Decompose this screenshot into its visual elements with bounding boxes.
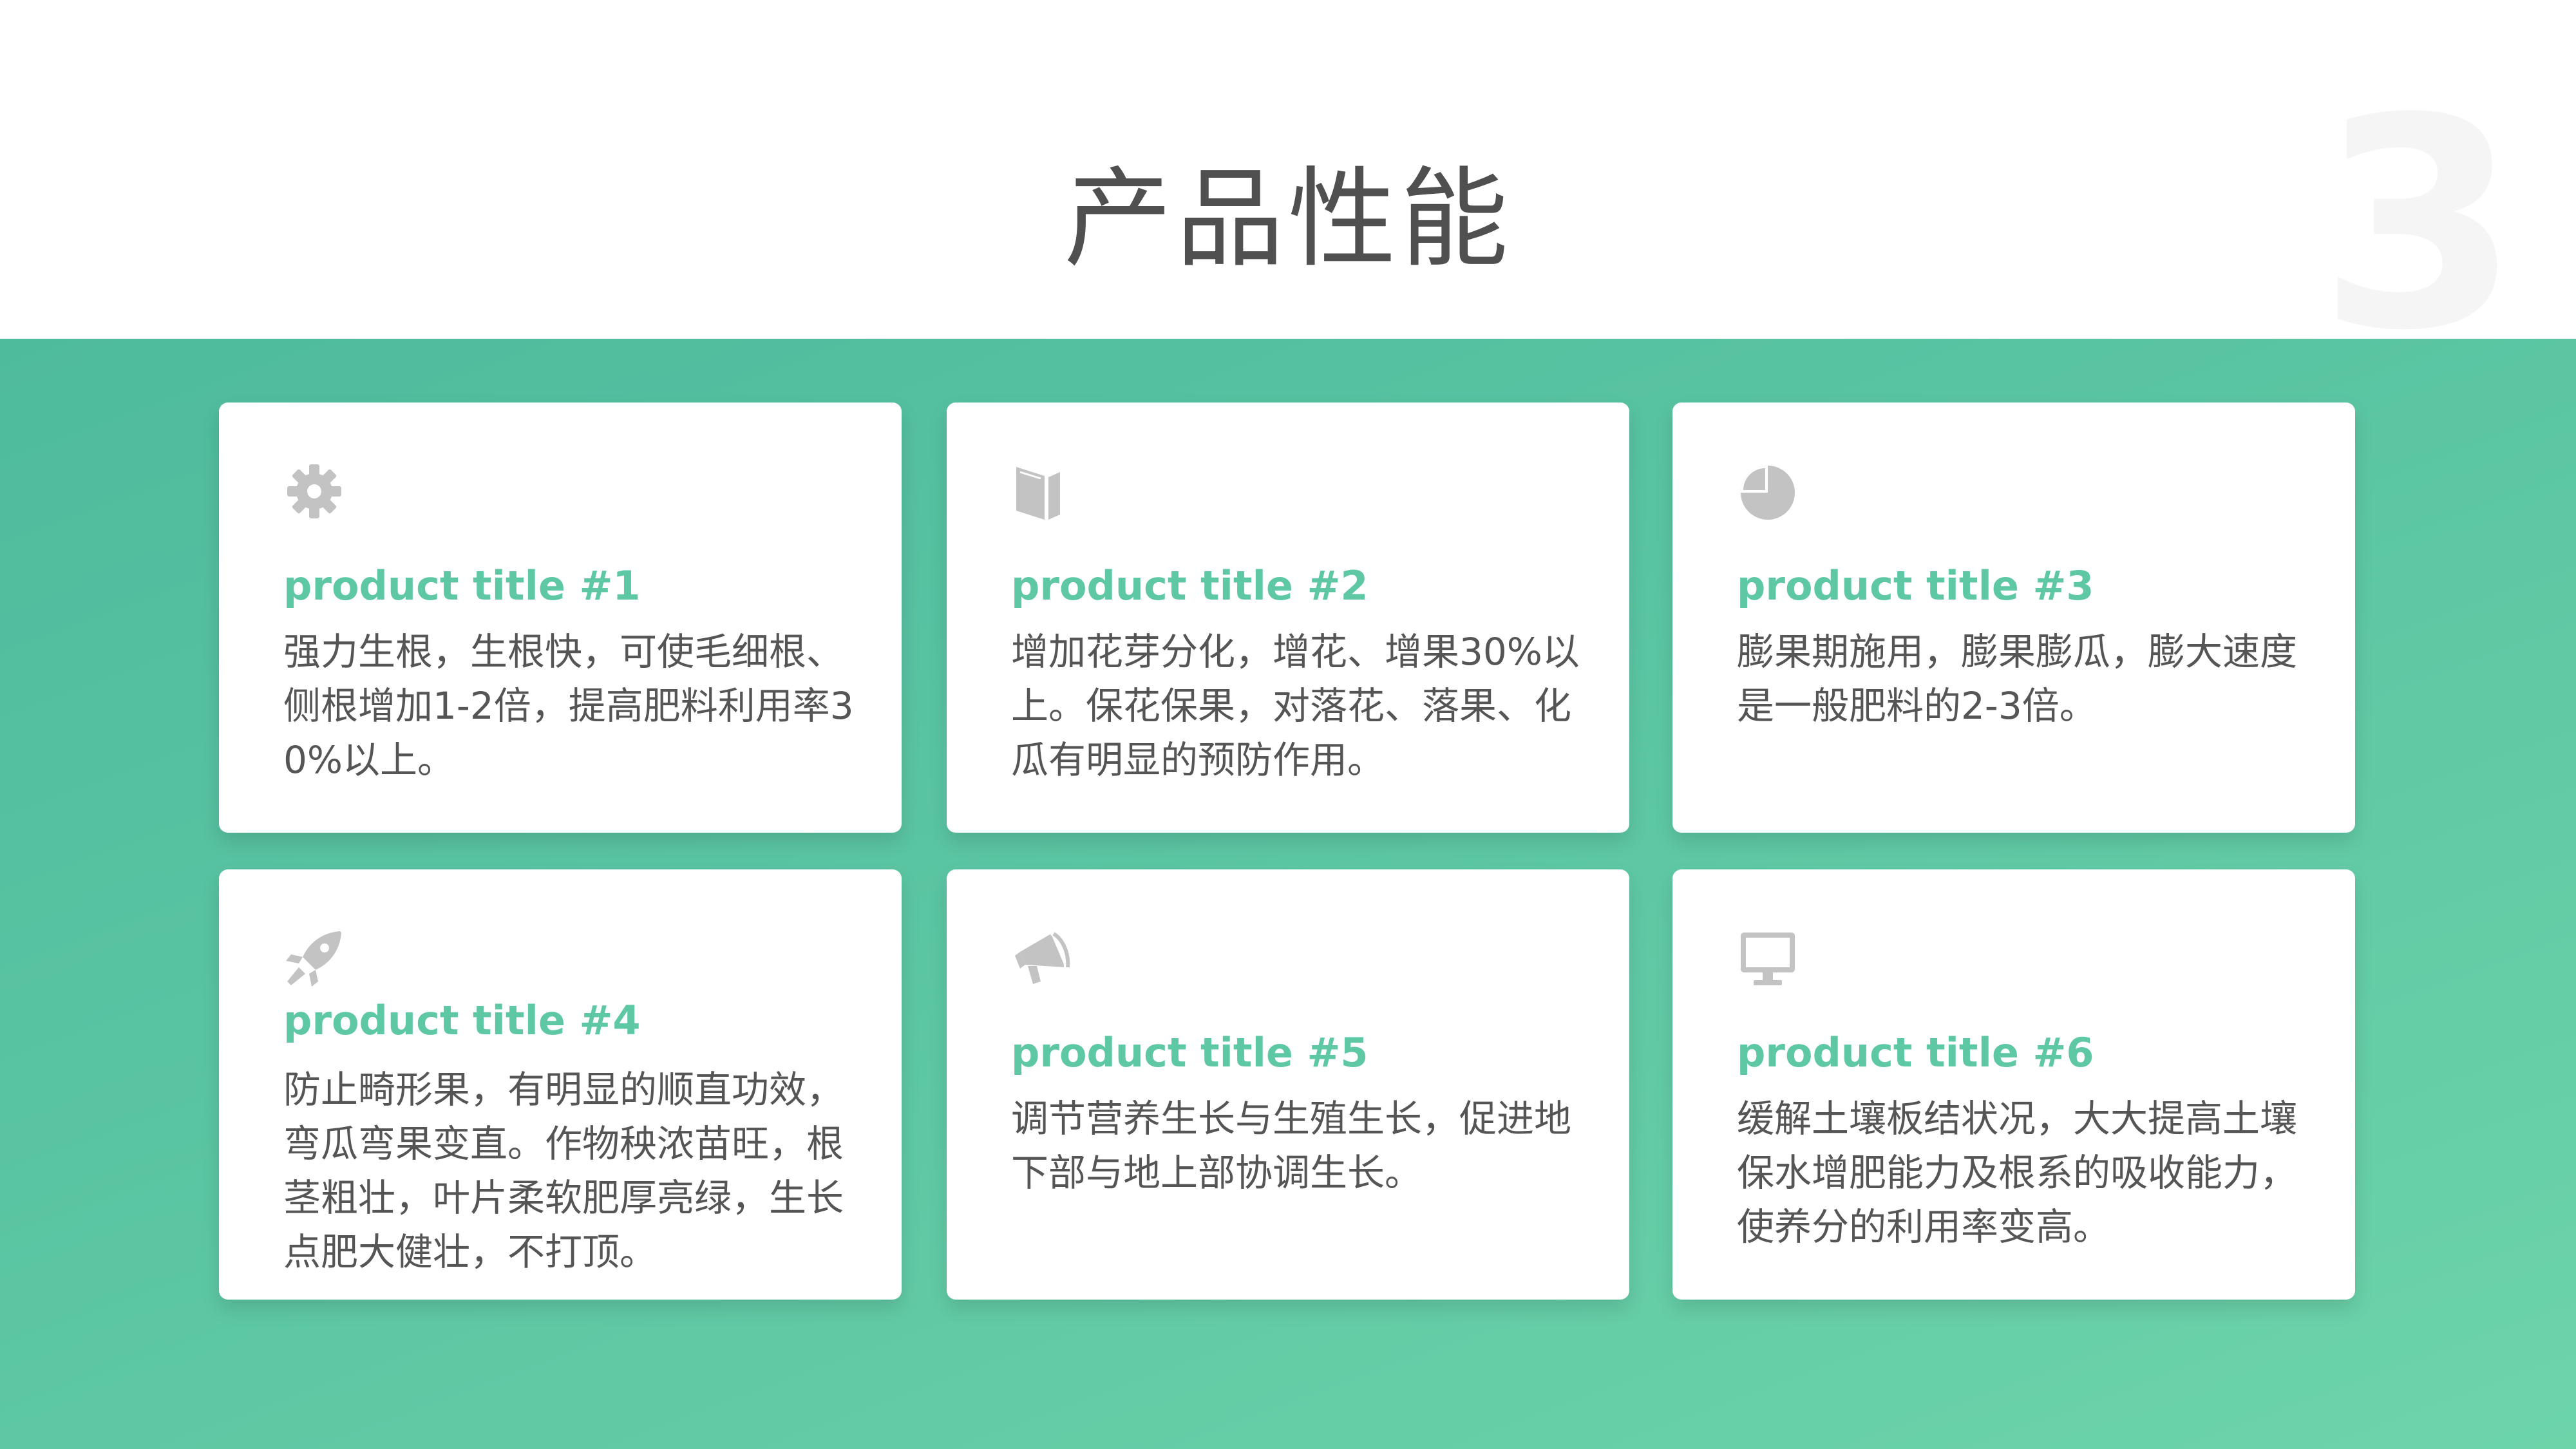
monitor-icon [1737,927,1799,989]
card-description: 防止畸形果，有明显的顺直功效，弯瓜弯果变直。作物秧浓苗旺，根茎粗壮，叶片柔软肥厚… [283,1068,844,1274]
card-title: product title #5 [1011,1029,1368,1076]
rocket-icon [283,927,345,989]
slide-title: 产品性能 [1064,156,1512,282]
card-title: product title #4 [283,997,641,1044]
product-card-4: product title #4 防止畸形果，有明显的顺直功效，弯瓜弯果变直。作… [219,869,902,1300]
megaphone-icon [1011,927,1073,989]
card-title: product title #1 [283,562,641,609]
card-description: 膨果期施用，膨果膨瓜，膨大速度是一般肥料的2-3倍。 [1737,630,2298,728]
card-description: 缓解土壤板结状况，大大提高土壤保水增肥能力及根系的吸收能力，使养分的利用率变高。 [1737,1097,2298,1249]
card-title: product title #6 [1737,1029,2094,1076]
slide-number-watermark: 3 [2318,57,2521,394]
card-title: product title #3 [1737,562,2094,609]
pie-chart-icon [1737,460,1799,522]
card-description: 增加花芽分化，增花、增果30%以上。保花保果，对落花、落果、化瓜有明显的预防作用… [1011,630,1580,782]
product-card-3: product title #3 膨果期施用，膨果膨瓜，膨大速度是一般肥料的2-… [1672,402,2355,833]
product-card-1: product title #1 强力生根，生根快，可使毛细根、侧根增加1-2倍… [219,402,902,833]
book-icon [1011,460,1073,522]
card-title: product title #2 [1011,562,1368,609]
gear-icon [283,460,345,522]
product-card-6: product title #6 缓解土壤板结状况，大大提高土壤保水增肥能力及根… [1672,869,2355,1300]
card-description: 强力生根，生根快，可使毛细根、侧根增加1-2倍，提高肥料利用率30%以上。 [283,630,854,782]
header-area: 产品性能 3 [0,0,2576,380]
card-description: 调节营养生长与生殖生长，促进地下部与地上部协调生长。 [1011,1097,1572,1195]
product-card-2: product title #2 增加花芽分化，增花、增果30%以上。保花保果，… [947,402,1629,833]
product-card-5: product title #5 调节营养生长与生殖生长，促进地下部与地上部协调… [947,869,1629,1300]
